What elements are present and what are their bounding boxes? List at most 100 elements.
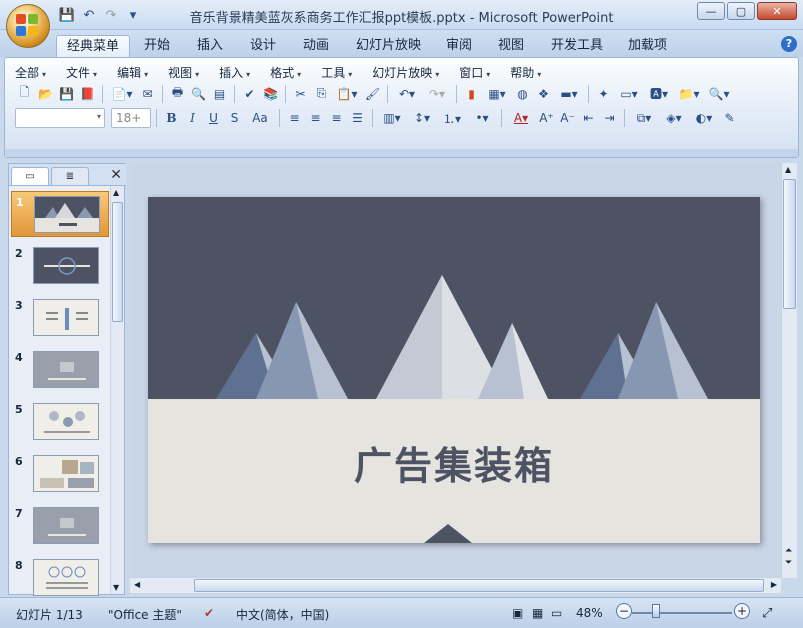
scrollbar-thumb[interactable] — [783, 179, 796, 309]
thumbnail-slide-4[interactable]: 4 — [11, 347, 109, 393]
tab-view[interactable]: 视图 — [488, 35, 534, 57]
fit-to-window-icon[interactable]: ⤢ — [762, 606, 772, 621]
increase-indent-icon[interactable]: ⇥ — [600, 109, 619, 128]
thumbnail-slide-8[interactable]: 8 — [11, 555, 109, 601]
font-size-select[interactable]: 18+ — [111, 108, 151, 128]
thumbnail-slide-6[interactable]: 6 — [11, 451, 109, 497]
tab-slides[interactable]: ▭ — [11, 167, 49, 185]
textbox-icon[interactable]: 🅰▾ — [645, 84, 673, 103]
menu-insert[interactable]: 插入 ▾ — [219, 64, 250, 81]
thumbnail-slide-5[interactable]: 5 — [11, 399, 109, 445]
line-spacing-icon[interactable]: ↕▾ — [408, 109, 436, 128]
menu-slideshow[interactable]: 幻灯片放映 ▾ — [372, 64, 439, 81]
zoom-out-icon[interactable]: − — [616, 603, 632, 619]
minimize-button[interactable]: — — [697, 2, 725, 20]
research-icon[interactable]: 📚 — [261, 84, 280, 103]
permission-icon[interactable]: 📄▾ — [108, 84, 136, 103]
spell-check-icon[interactable]: ✔ — [204, 606, 214, 620]
menu-format[interactable]: 格式 ▾ — [270, 64, 301, 81]
new-file-icon[interactable]: 🗋 — [15, 84, 34, 103]
zoom-slider-handle[interactable] — [652, 604, 660, 618]
help-icon[interactable]: ? — [781, 36, 797, 52]
underline-button[interactable]: U — [204, 109, 223, 128]
menu-view[interactable]: 视图 ▾ — [168, 64, 199, 81]
thumbnail-slide-2[interactable]: 2 — [11, 243, 109, 289]
insert-table-icon[interactable]: ▦▾ — [483, 84, 511, 103]
tab-review[interactable]: 审阅 — [436, 35, 482, 57]
save-file-icon[interactable]: 💾 — [57, 84, 76, 103]
scrollbar-thumb[interactable] — [194, 579, 764, 592]
decrease-indent-icon[interactable]: ⇤ — [579, 109, 598, 128]
close-button[interactable]: ✕ — [757, 2, 797, 20]
tab-developer[interactable]: 开发工具 — [541, 35, 613, 57]
tab-home[interactable]: 开始 — [134, 35, 180, 57]
italic-button[interactable]: I — [183, 109, 202, 128]
slide-editing-area[interactable]: 广告集装箱 — [130, 163, 781, 578]
office-button[interactable] — [6, 4, 50, 48]
slide-vertical-scrollbar[interactable]: ▲ ⏶ ⏷ — [781, 163, 797, 578]
scroll-left-icon[interactable]: ◀ — [134, 580, 140, 589]
tab-classic-menu[interactable]: 经典菜单 — [56, 35, 131, 57]
normal-view-icon[interactable]: ▣ — [512, 606, 523, 620]
save-as-pdf-icon[interactable]: 📕 — [78, 84, 97, 103]
redo-toolbar-icon[interactable]: ↷▾ — [423, 84, 451, 103]
zoom-in-icon[interactable]: + — [734, 603, 750, 619]
zoom-level[interactable]: 48% — [576, 606, 603, 620]
bold-button[interactable]: B — [162, 109, 181, 128]
next-slide-icon[interactable]: ⏷ — [785, 559, 792, 568]
print-preview-icon[interactable]: 🔍 — [189, 84, 208, 103]
shape-outline-icon[interactable]: ✎ — [720, 109, 739, 128]
spelling-icon[interactable]: ✔ — [240, 84, 259, 103]
folder-icon[interactable]: 📁▾ — [675, 84, 703, 103]
insert-chart-icon[interactable]: ▮ — [462, 84, 481, 103]
maximize-button[interactable]: ▢ — [727, 2, 755, 20]
tab-design[interactable]: 设计 — [240, 35, 286, 57]
menu-help[interactable]: 帮助 ▾ — [510, 64, 541, 81]
close-pane-icon[interactable]: ✕ — [110, 167, 122, 183]
previous-slide-icon[interactable]: ⏶ — [785, 547, 792, 556]
quick-styles-icon[interactable]: ◈▾ — [660, 109, 688, 128]
menu-file[interactable]: 文件 ▾ — [66, 64, 97, 81]
menu-edit[interactable]: 编辑 ▾ — [117, 64, 148, 81]
tab-outline[interactable]: ≣ — [51, 167, 89, 185]
menu-window[interactable]: 窗口 ▾ — [459, 64, 490, 81]
tab-slideshow[interactable]: 幻灯片放映 — [346, 35, 431, 57]
zoom-slider-track[interactable] — [632, 612, 732, 614]
page-setup-icon[interactable]: ▤ — [210, 84, 229, 103]
font-color-icon[interactable]: A▾ — [507, 109, 535, 128]
insert-clipart-icon[interactable]: ◍ — [513, 84, 532, 103]
align-right-icon[interactable]: ≡ — [327, 109, 346, 128]
cut-icon[interactable]: ✂ — [291, 84, 310, 103]
change-case-button[interactable]: Aa — [246, 109, 274, 128]
format-painter-icon[interactable]: 🖌 — [363, 84, 382, 103]
copy-icon[interactable]: ⎘ — [312, 84, 331, 103]
insert-shape-icon[interactable]: ▬▾ — [555, 84, 583, 103]
align-left-icon[interactable]: ≡ — [285, 109, 304, 128]
shadow-button[interactable]: S — [225, 109, 244, 128]
menu-tools[interactable]: 工具 ▾ — [321, 64, 352, 81]
increase-font-icon[interactable]: A⁺ — [537, 109, 556, 128]
slide-sorter-view-icon[interactable]: ▦ — [532, 606, 543, 620]
thumbnail-slide-1[interactable]: 1 — [11, 191, 109, 237]
find-icon[interactable]: 🔍▾ — [705, 84, 733, 103]
scroll-up-icon[interactable]: ▲ — [785, 165, 791, 174]
paste-icon[interactable]: 📋▾ — [333, 84, 361, 103]
scrollbar-thumb[interactable] — [112, 202, 123, 322]
tab-animation[interactable]: 动画 — [293, 35, 339, 57]
shape-fill-icon[interactable]: ◐▾ — [690, 109, 718, 128]
undo-toolbar-icon[interactable]: ↶▾ — [393, 84, 421, 103]
decrease-font-icon[interactable]: A⁻ — [558, 109, 577, 128]
send-email-icon[interactable]: ✉ — [138, 84, 157, 103]
scroll-right-icon[interactable]: ▶ — [771, 580, 777, 589]
new-slide-icon[interactable]: ✦ — [594, 84, 613, 103]
menu-all[interactable]: 全部 ▾ — [15, 64, 46, 81]
tab-insert[interactable]: 插入 — [187, 35, 233, 57]
slide-layout-icon[interactable]: ▭▾ — [615, 84, 643, 103]
current-slide[interactable]: 广告集装箱 — [148, 197, 760, 543]
columns-icon[interactable]: ▥▾ — [378, 109, 406, 128]
justify-icon[interactable]: ☰ — [348, 109, 367, 128]
thumbnail-slide-3[interactable]: 3 — [11, 295, 109, 341]
language-indicator[interactable]: 中文(简体，中国) — [236, 606, 329, 623]
align-center-icon[interactable]: ≡ — [306, 109, 325, 128]
slide-horizontal-scrollbar[interactable]: ◀ ▶ — [130, 577, 781, 593]
